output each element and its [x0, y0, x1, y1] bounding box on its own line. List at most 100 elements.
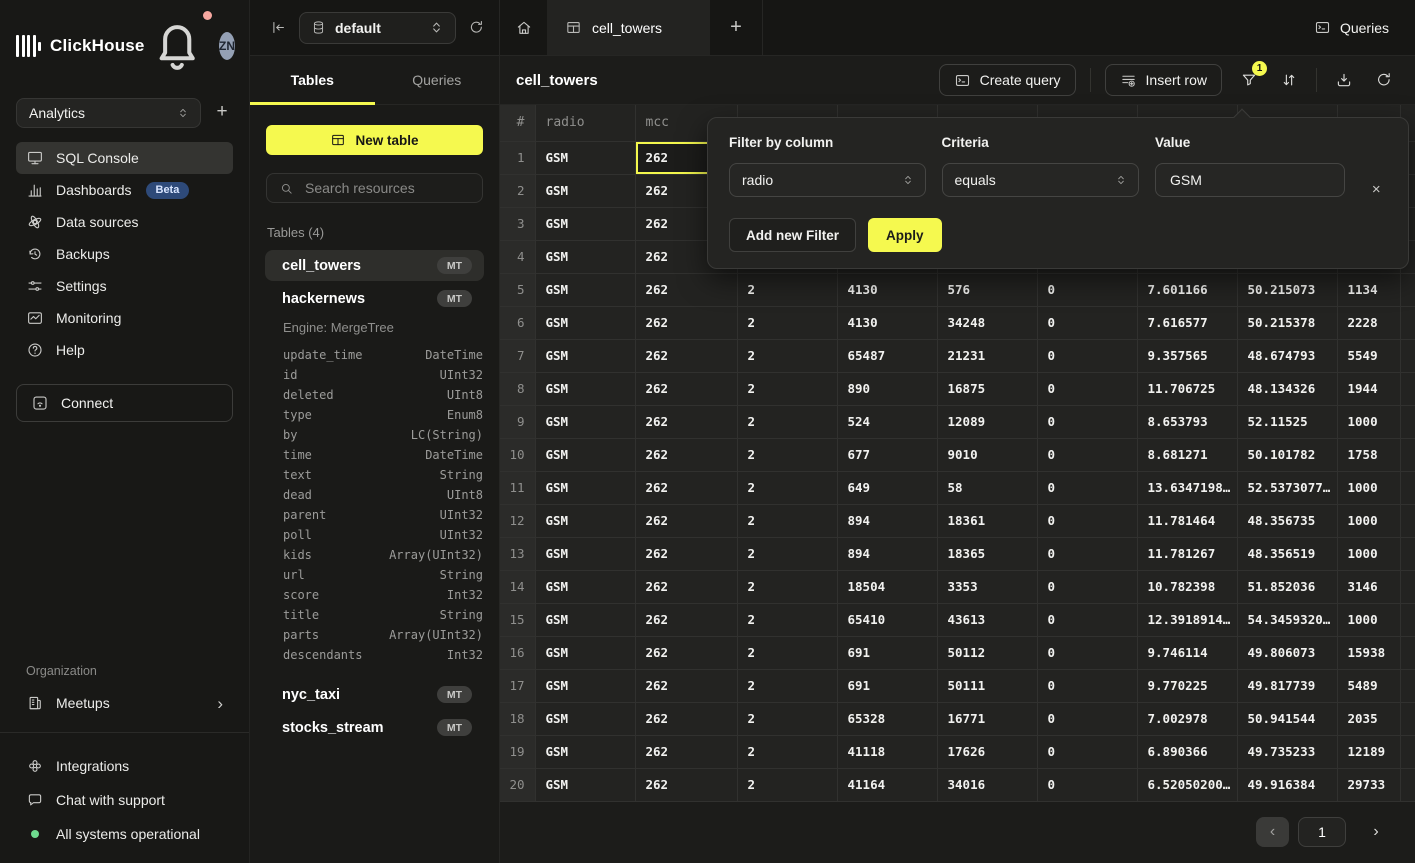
cell[interactable]: 677 [837, 438, 937, 471]
row-number[interactable]: 20 [500, 768, 535, 801]
cell[interactable]: GSM [535, 570, 635, 603]
cell[interactable]: 8.653793 [1137, 405, 1237, 438]
cell[interactable]: 262 [635, 537, 737, 570]
cell[interactable]: 262 [635, 603, 737, 636]
table-item-cell-towers[interactable]: cell_towersMT [265, 250, 484, 281]
cell[interactable]: 0 [1037, 702, 1137, 735]
cell[interactable]: 18365 [937, 537, 1037, 570]
cell[interactable]: 5549 [1337, 339, 1400, 372]
cell[interactable]: 18361 [937, 504, 1037, 537]
cell[interactable]: 2 [737, 735, 837, 768]
cell[interactable]: 1000 [1337, 405, 1400, 438]
cell[interactable]: 16771 [937, 702, 1037, 735]
cell[interactable]: 50.941544 [1237, 702, 1337, 735]
cell[interactable]: 0 [1037, 471, 1137, 504]
cell[interactable]: 0 [1037, 306, 1137, 339]
cell[interactable]: GSM [535, 438, 635, 471]
search-resources-input[interactable] [303, 179, 488, 197]
cell[interactable]: 262 [635, 702, 737, 735]
cell[interactable]: 0 [1037, 636, 1137, 669]
cell[interactable]: 5489 [1337, 669, 1400, 702]
cell[interactable]: 52.5373077… [1237, 471, 1337, 504]
cell[interactable]: 262 [635, 273, 737, 306]
cell[interactable]: 3353 [937, 570, 1037, 603]
cell[interactable]: GSM [535, 273, 635, 306]
cell[interactable]: 48.356519 [1237, 537, 1337, 570]
row-number[interactable]: 11 [500, 471, 535, 504]
sidebar-item-settings[interactable]: Settings [16, 270, 233, 302]
sidebar-item-data-sources[interactable]: Data sources [16, 206, 233, 238]
cell[interactable]: 2 [737, 372, 837, 405]
cell[interactable]: 890 [837, 372, 937, 405]
row-number[interactable]: 6 [500, 306, 535, 339]
cell[interactable]: GSM [535, 471, 635, 504]
cell[interactable]: 34248 [937, 306, 1037, 339]
sidebar-item-chat-with-support[interactable]: Chat with support [16, 785, 233, 815]
sidebar-item-all-systems-operational[interactable]: All systems operational [16, 819, 233, 849]
cell[interactable]: 262 [635, 306, 737, 339]
cell[interactable]: 0 [1037, 273, 1137, 306]
refresh-button[interactable] [1371, 67, 1397, 93]
cell[interactable]: 41118 [837, 735, 937, 768]
cell[interactable]: 2 [737, 471, 837, 504]
new-table-button[interactable]: New table [266, 125, 483, 155]
row-number[interactable]: 3 [500, 207, 535, 240]
cell[interactable]: 34016 [937, 768, 1037, 801]
row-number[interactable]: 5 [500, 273, 535, 306]
cell[interactable]: 262 [635, 471, 737, 504]
cell[interactable]: 894 [837, 504, 937, 537]
row-number[interactable]: 18 [500, 702, 535, 735]
cell[interactable]: 4130 [837, 273, 937, 306]
cell[interactable]: GSM [535, 504, 635, 537]
cell[interactable]: 11.781267 [1137, 537, 1237, 570]
cell[interactable]: 0 [1037, 339, 1137, 372]
cell[interactable]: 2035 [1337, 702, 1400, 735]
refresh-tables-icon[interactable] [468, 19, 485, 36]
add-new-filter-button[interactable]: Add new Filter [729, 218, 856, 252]
cell[interactable]: 49.817739 [1237, 669, 1337, 702]
cell[interactable]: 262 [635, 669, 737, 702]
cell[interactable]: 50.215378 [1237, 306, 1337, 339]
apply-filter-button[interactable]: Apply [868, 218, 942, 252]
cell[interactable]: 2 [737, 504, 837, 537]
cell[interactable]: 2228 [1337, 306, 1400, 339]
sidebar-item-meetups[interactable]: Meetups › [16, 688, 233, 718]
cell[interactable]: 2 [737, 570, 837, 603]
sidebar-item-sql-console[interactable]: SQL Console [16, 142, 233, 174]
cell[interactable]: 524 [837, 405, 937, 438]
row-number[interactable]: 16 [500, 636, 535, 669]
cell[interactable]: 2 [737, 669, 837, 702]
cell[interactable]: 49.916384 [1237, 768, 1337, 801]
cell[interactable]: GSM [535, 174, 635, 207]
cell[interactable]: 7.616577 [1137, 306, 1237, 339]
cell[interactable]: 65410 [837, 603, 937, 636]
cell[interactable]: 2 [737, 405, 837, 438]
cell[interactable]: 1758 [1337, 438, 1400, 471]
cell[interactable]: 2 [737, 603, 837, 636]
remove-filter-button[interactable]: × [1363, 175, 1390, 203]
cell[interactable]: 262 [635, 405, 737, 438]
cell[interactable]: 2 [737, 438, 837, 471]
cell[interactable]: 9.770225 [1137, 669, 1237, 702]
cell[interactable]: 0 [1037, 372, 1137, 405]
cell[interactable]: 54.3459320… [1237, 603, 1337, 636]
row-number[interactable]: 10 [500, 438, 535, 471]
row-number[interactable]: 14 [500, 570, 535, 603]
cell[interactable]: 262 [635, 339, 737, 372]
cell[interactable]: 18504 [837, 570, 937, 603]
cell[interactable]: 11.706725 [1137, 372, 1237, 405]
cell[interactable]: 0 [1037, 504, 1137, 537]
cell[interactable]: 0 [1037, 438, 1137, 471]
cell[interactable]: 0 [1037, 669, 1137, 702]
column-header[interactable]: radio [535, 105, 635, 141]
cell[interactable]: 13.6347198… [1137, 471, 1237, 504]
cell[interactable]: 17626 [937, 735, 1037, 768]
cell[interactable]: 6.52050200… [1137, 768, 1237, 801]
home-button[interactable] [500, 0, 547, 55]
cell[interactable]: 12089 [937, 405, 1037, 438]
cell[interactable]: 2 [737, 537, 837, 570]
row-number-header[interactable]: # [500, 105, 535, 141]
cell[interactable]: 691 [837, 636, 937, 669]
cell[interactable]: 9.746114 [1137, 636, 1237, 669]
row-number[interactable]: 19 [500, 735, 535, 768]
